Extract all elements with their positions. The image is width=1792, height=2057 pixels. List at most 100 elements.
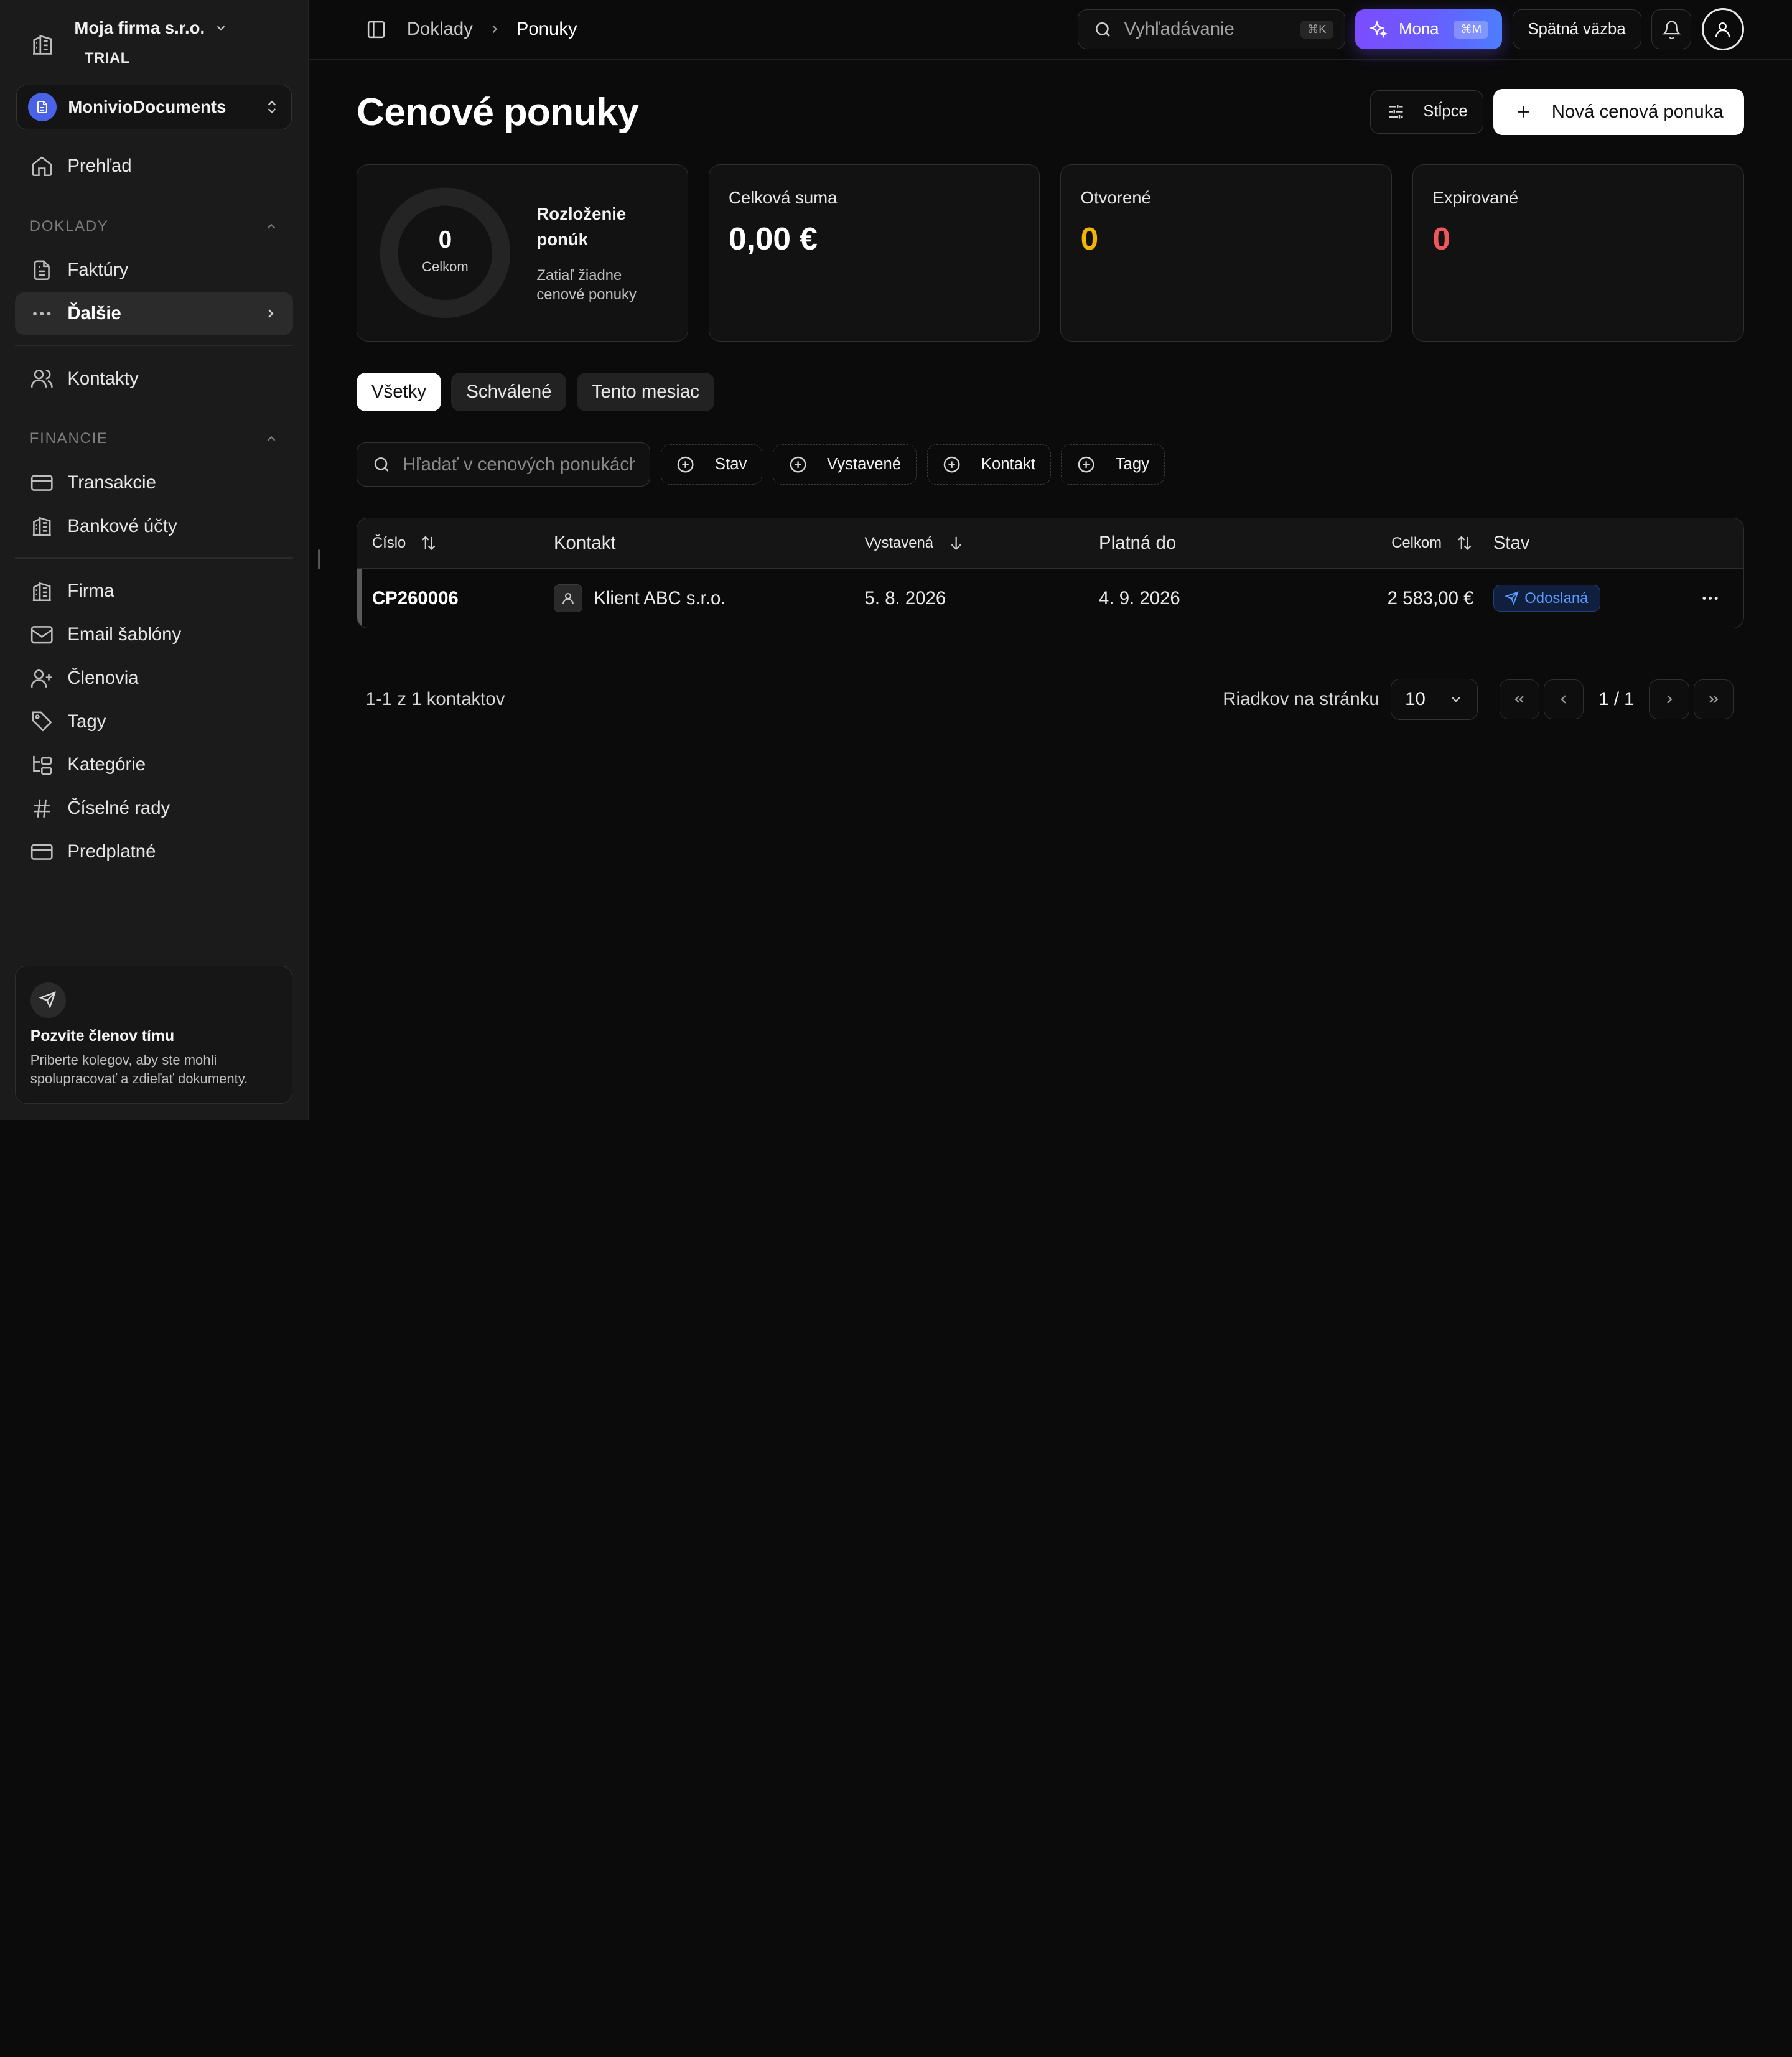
plus-circle-icon xyxy=(1078,456,1094,473)
user-menu-button[interactable] xyxy=(1701,8,1744,51)
header-issued[interactable]: Vystavená xyxy=(865,534,1099,552)
filters-bar: Hľadať v cenových ponukách Stav Vystaven… xyxy=(357,442,1744,487)
sidebar-item-email-templates[interactable]: Email šablóny xyxy=(15,613,293,656)
table-row[interactable]: CP260006 Klient ABC s.r.o. 5. 8. 2026 4.… xyxy=(357,568,1743,628)
contact-avatar xyxy=(553,584,582,613)
next-page-button[interactable] xyxy=(1649,679,1689,720)
folder-tree-icon xyxy=(32,755,52,775)
section-docs-toggle[interactable]: DOKLADY xyxy=(15,209,293,243)
org-plan-badge: TRIAL xyxy=(84,49,130,67)
sidebar-item-company[interactable]: Firma xyxy=(15,570,293,612)
chevron-right-icon xyxy=(492,25,498,34)
divider xyxy=(14,345,294,347)
filter-contact-button[interactable]: Kontakt xyxy=(926,444,1051,485)
tab-this-month[interactable]: Tento mesiac xyxy=(576,372,714,412)
bell-icon xyxy=(1661,21,1681,39)
sidebar-item-more[interactable]: Ďalšie xyxy=(14,292,294,335)
arrow-down-icon xyxy=(951,537,961,551)
quote-search-placeholder: Hľadať v cenových ponukách xyxy=(402,454,635,475)
sidebar-item-invoices[interactable]: Faktúry xyxy=(15,249,293,291)
chevron-down-icon xyxy=(1451,697,1460,702)
filter-tags-button[interactable]: Tagy xyxy=(1061,444,1165,485)
header-total[interactable]: Celkom xyxy=(1334,534,1473,552)
filter-status-button[interactable]: Stav xyxy=(660,444,763,485)
sparkles-icon xyxy=(1369,19,1388,38)
app-switcher[interactable]: MonivioDocuments xyxy=(16,84,292,129)
quote-search-input[interactable]: Hľadať v cenových ponukách xyxy=(357,442,651,487)
mona-ai-button[interactable]: Mona ⌘M xyxy=(1355,9,1503,50)
chevron-right-icon xyxy=(268,309,274,318)
header-status[interactable]: Stav xyxy=(1473,533,1696,554)
chevron-right-icon xyxy=(1666,695,1673,704)
row-issued: 5. 8. 2026 xyxy=(864,587,946,609)
prev-page-button[interactable] xyxy=(1544,679,1584,720)
sidebar-item-number-series[interactable]: Číselné rady xyxy=(15,787,293,829)
total-sum-card: Celková suma 0,00 € xyxy=(708,164,1040,342)
tab-approved[interactable]: Schválené xyxy=(451,372,567,412)
quote-distribution-donut: 0 Celkom xyxy=(378,185,513,320)
app-name: MonivioDocuments xyxy=(68,96,226,116)
filter-tabs: Všetky Schválené Tento mesiac xyxy=(357,372,1744,412)
file-text-icon xyxy=(34,260,50,281)
org-switcher[interactable]: Moja firma s.r.o. TRIAL xyxy=(0,0,308,80)
sidebar-item-tags[interactable]: Tagy xyxy=(15,701,293,743)
app-logo xyxy=(28,92,57,121)
expired-value: 0 xyxy=(1432,220,1450,256)
global-search[interactable]: Vyhľadávanie ⌘K xyxy=(1078,9,1345,50)
row-contact: Klient ABC s.r.o. xyxy=(553,584,865,613)
chevrons-up-down-icon xyxy=(268,100,276,113)
new-quote-button[interactable]: Nová cenová ponuka xyxy=(1493,89,1744,135)
row-valid-until: 4. 9. 2026 xyxy=(1099,587,1180,609)
total-sum-label: Celková suma xyxy=(728,188,838,208)
sidebar-item-bank-accounts[interactable]: Bankové účty xyxy=(15,505,293,548)
rows-per-page-select[interactable]: 10 xyxy=(1391,679,1478,721)
bank-building-icon xyxy=(32,517,51,536)
sidebar-nav: Prehľad DOKLADY Faktúry Ďalšie Kontakty xyxy=(0,145,308,873)
invite-card[interactable]: Pozvite členov tímu Priberte kolegov, ab… xyxy=(14,966,293,1104)
mona-shortcut: ⌘M xyxy=(1454,20,1489,39)
more-horizontal-icon xyxy=(32,312,51,315)
header-valid-until[interactable]: Platná do xyxy=(1099,533,1334,554)
topbar: Doklady Ponuky Vyhľadávanie ⌘K Mona ⌘M S… xyxy=(308,0,1792,60)
tab-all[interactable]: Všetky xyxy=(357,372,441,412)
sidebar-item-overview[interactable]: Prehľad xyxy=(15,145,293,187)
expired-card: Expirované 0 xyxy=(1412,164,1744,342)
header-contact[interactable]: Kontakt xyxy=(554,533,865,554)
credit-card-icon xyxy=(30,844,53,860)
header-number[interactable]: Číslo xyxy=(357,534,554,552)
sidebar-item-contacts[interactable]: Kontakty xyxy=(15,358,293,400)
send-icon xyxy=(39,991,57,1009)
filter-issued-button[interactable]: Vystavené xyxy=(772,444,917,485)
pagination-count: 1-1 z 1 kontaktov xyxy=(365,689,505,710)
section-finance-toggle[interactable]: FINANCIE xyxy=(15,422,293,456)
credit-card-icon xyxy=(30,475,53,491)
last-page-button[interactable] xyxy=(1694,679,1734,720)
document-icon xyxy=(37,100,47,113)
global-search-placeholder: Vyhľadávanie xyxy=(1124,19,1234,40)
sidebar-item-subscription[interactable]: Predplatné xyxy=(15,831,293,873)
breadcrumb-docs-link[interactable]: Doklady xyxy=(407,19,473,40)
open-card: Otvorené 0 xyxy=(1060,164,1393,342)
feedback-button[interactable]: Spätná väzba xyxy=(1512,9,1641,50)
expired-label: Expirované xyxy=(1432,188,1519,208)
chevron-down-icon xyxy=(217,26,225,31)
tag-icon xyxy=(32,711,52,732)
stats-cards: 0 Celkom Rozloženie ponúk Zatiaľ žiadne … xyxy=(357,164,1744,342)
sidebar: Moja firma s.r.o. TRIAL MonivioDocuments… xyxy=(0,0,309,1120)
plus-circle-icon xyxy=(678,456,694,473)
first-page-button[interactable] xyxy=(1499,679,1539,720)
sidebar-item-members[interactable]: Členovia xyxy=(15,657,293,699)
row-number: CP260006 xyxy=(371,587,459,609)
search-icon xyxy=(374,457,389,472)
user-icon xyxy=(562,592,574,604)
sidebar-item-categories[interactable]: Kategórie xyxy=(15,744,293,786)
row-actions-button[interactable] xyxy=(1697,588,1743,609)
sidebar-item-transactions[interactable]: Transakcie xyxy=(15,462,293,504)
donut-title: Rozloženie ponúk xyxy=(536,204,627,249)
notifications-button[interactable] xyxy=(1651,9,1692,50)
columns-button[interactable]: Stĺpce xyxy=(1370,90,1483,134)
sidebar-toggle-icon[interactable] xyxy=(366,19,386,40)
status-badge: Odoslaná xyxy=(1493,585,1600,612)
rows-per-page-label: Riadkov na stránku xyxy=(1223,689,1379,710)
chevron-up-icon xyxy=(267,223,276,229)
